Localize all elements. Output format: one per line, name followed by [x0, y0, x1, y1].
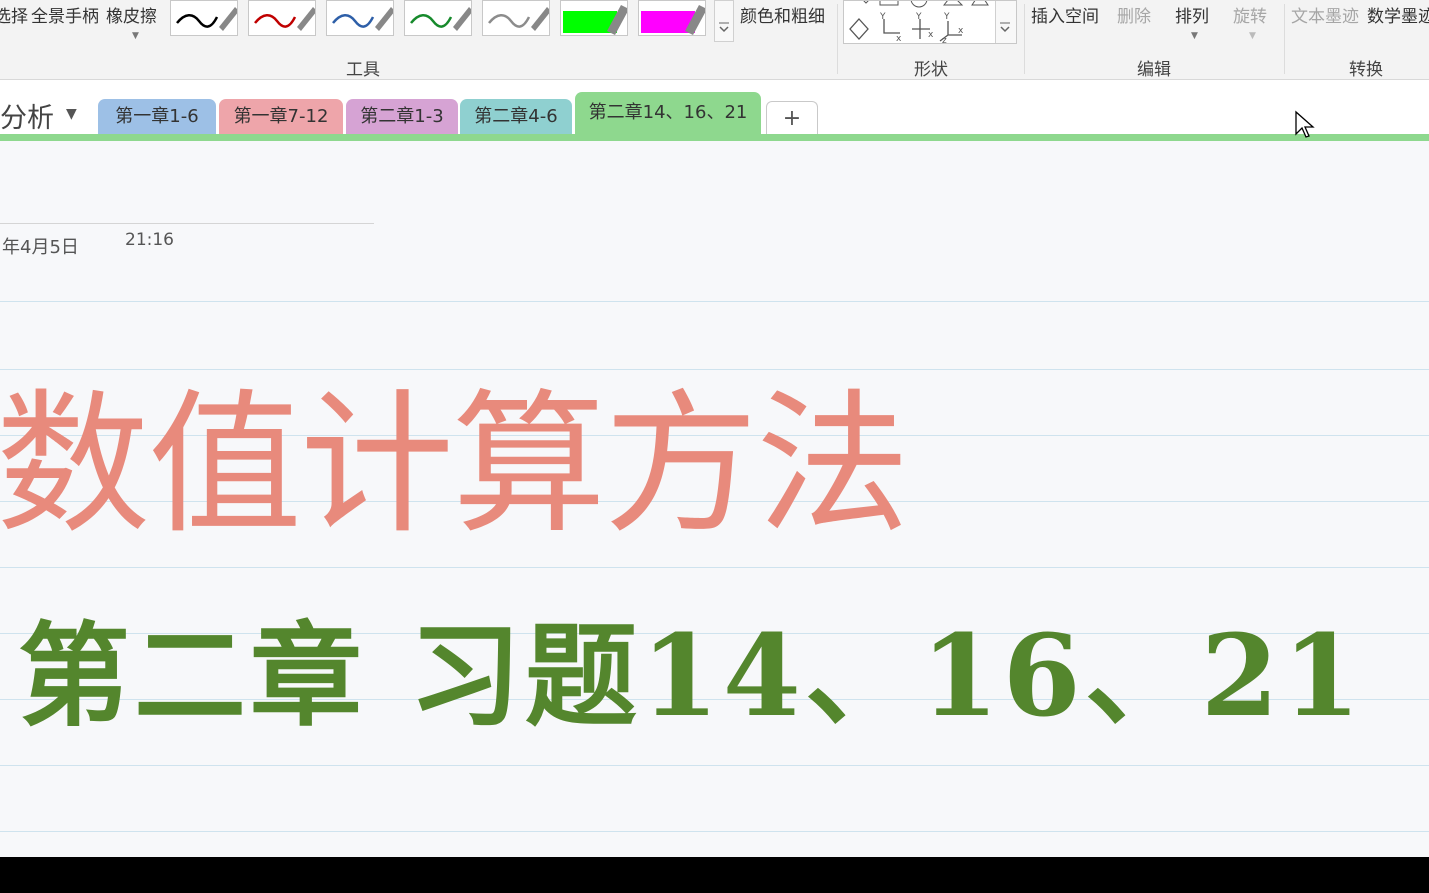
highlighter-icon — [641, 5, 705, 35]
rule-line — [0, 831, 1429, 832]
color-thickness-button[interactable]: 颜色和粗细 — [740, 2, 825, 27]
svg-text:x: x — [928, 30, 934, 40]
page-canvas[interactable]: 年4月5日 21:16 数值计算方法 第二章 习题14、16、21 — [0, 141, 1429, 857]
arrange-button[interactable]: 排列 — [1175, 2, 1209, 27]
rotate-button[interactable]: 旋转 — [1233, 2, 1267, 27]
pen-stroke-icon — [176, 7, 237, 31]
ribbon: 选择 全景手柄 橡皮擦 ▼ 颜色和粗细 工具 Y x Y x Y x z 形状 … — [0, 0, 1429, 80]
eraser-dropdown-icon[interactable]: ▼ — [132, 31, 139, 41]
bottom-black-bar — [0, 857, 1429, 893]
ink-title-text: 数值计算方法 — [0, 376, 910, 555]
svg-text:Y: Y — [915, 12, 922, 22]
group-label-edit: 编辑 — [1137, 60, 1171, 80]
group-divider — [1284, 4, 1285, 74]
delete-button[interactable]: 删除 — [1117, 2, 1151, 27]
notebook-name[interactable]: 分析 — [0, 96, 54, 135]
arrange-dropdown-icon[interactable]: ▼ — [1191, 31, 1198, 41]
svg-text:Y: Y — [879, 12, 886, 22]
notebook-dropdown-icon[interactable]: ▼ — [66, 106, 77, 122]
group-label-tools: 工具 — [346, 60, 380, 80]
svg-text:x: x — [896, 34, 902, 43]
chevron-down-icon — [1000, 22, 1010, 33]
insert-space-button[interactable]: 插入空间 — [1031, 2, 1099, 27]
section-tab[interactable]: 第二章1-3 — [346, 99, 458, 134]
mouse-cursor-icon — [1295, 110, 1315, 138]
ink-to-math-button[interactable]: 数学墨迹 — [1367, 2, 1429, 27]
page-time: 21:16 — [125, 230, 174, 250]
pen-gallery-more-button[interactable] — [714, 0, 734, 42]
rule-line — [0, 765, 1429, 766]
page-title-underline — [0, 223, 374, 224]
group-divider — [1024, 4, 1025, 74]
active-section-bar — [0, 134, 1429, 141]
rule-line — [0, 567, 1429, 568]
pen-red[interactable] — [248, 0, 316, 36]
section-tab[interactable]: 第二章4-6 — [460, 99, 572, 134]
pen-black[interactable] — [170, 0, 238, 36]
pen-stroke-icon — [488, 7, 549, 31]
pen-stroke-icon — [254, 7, 315, 31]
highlighter-green[interactable] — [560, 0, 628, 36]
group-label-shapes: 形状 — [914, 60, 948, 80]
section-tab[interactable]: 第一章7-12 — [219, 99, 343, 134]
svg-text:z: z — [942, 36, 947, 43]
section-tab[interactable]: 第二章14、16、21 — [575, 92, 761, 134]
shapes-more-button[interactable] — [995, 1, 1016, 43]
section-tab[interactable]: 第一章1-6 — [98, 99, 216, 134]
highlighter-icon — [563, 5, 627, 35]
pen-green[interactable] — [404, 0, 472, 36]
select-button[interactable]: 选择 — [0, 2, 28, 27]
rotate-dropdown-icon[interactable]: ▼ — [1249, 31, 1256, 41]
eraser-button[interactable]: 橡皮擦 — [106, 2, 157, 27]
highlighter-magenta[interactable] — [638, 0, 706, 36]
shapes-gallery[interactable]: Y x Y x Y x z — [843, 0, 1017, 46]
pen-blue[interactable] — [326, 0, 394, 36]
ink-to-text-button[interactable]: 文本墨迹 — [1291, 2, 1359, 27]
svg-text:Y: Y — [943, 12, 950, 22]
page-date: 年4月5日 — [2, 237, 79, 258]
ink-subtitle-text: 第二章 习题14、16、21 — [18, 611, 1365, 742]
pen-stroke-icon — [332, 7, 393, 31]
add-section-button[interactable]: + — [766, 101, 818, 134]
group-divider — [837, 4, 838, 74]
rule-line — [0, 369, 1429, 370]
shapes-gallery-icon: Y x Y x Y x z — [849, 0, 989, 46]
svg-text:x: x — [958, 26, 964, 36]
group-label-convert: 转换 — [1349, 60, 1383, 80]
pen-stroke-icon — [410, 7, 471, 31]
pen-gray[interactable] — [482, 0, 550, 36]
fullscreen-handle-button[interactable]: 全景手柄 — [31, 2, 99, 27]
rule-line — [0, 301, 1429, 302]
chevron-down-icon — [719, 22, 729, 33]
